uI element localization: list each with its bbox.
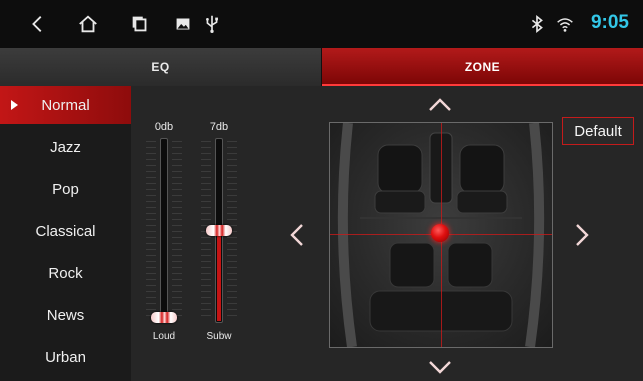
preset-normal[interactable]: Normal xyxy=(0,86,131,124)
preset-jazz[interactable]: Jazz xyxy=(0,128,131,166)
preset-news[interactable]: News xyxy=(0,296,131,334)
chevron-up-icon xyxy=(429,98,451,111)
usb-icon xyxy=(200,12,224,36)
chevron-down-icon xyxy=(429,361,451,374)
preset-label: Urban xyxy=(45,348,86,366)
preset-list: Normal Jazz Pop Classical Rock News Urba… xyxy=(0,86,131,381)
slider-knob[interactable] xyxy=(206,225,232,236)
wifi-icon xyxy=(553,12,577,36)
loud-label: Loud xyxy=(152,331,176,342)
preset-classical[interactable]: Classical xyxy=(0,212,131,250)
slider-ticks xyxy=(146,141,156,321)
zone-right-button[interactable] xyxy=(571,221,593,249)
preset-label: Pop xyxy=(52,180,79,198)
zone-panel: 0db Loud 7db Subw Default xyxy=(131,86,643,381)
image-icon xyxy=(171,12,195,36)
loud-value: 0db xyxy=(154,121,174,133)
loud-slider[interactable]: 0db Loud xyxy=(140,121,188,361)
subwoofer-label: Subw xyxy=(206,331,232,342)
preset-label: Classical xyxy=(35,222,96,240)
chevron-right-icon xyxy=(576,224,589,246)
preset-rock[interactable]: Rock xyxy=(0,254,131,292)
zone-area[interactable] xyxy=(329,122,553,348)
clock: 9:05 xyxy=(590,12,629,33)
preset-label: Normal xyxy=(41,96,90,114)
preset-label: Jazz xyxy=(50,138,81,156)
slider-track xyxy=(160,138,168,323)
preset-label: Rock xyxy=(48,264,83,282)
preset-urban[interactable]: Urban xyxy=(0,338,131,376)
chevron-left-icon xyxy=(290,224,303,246)
slider-knob[interactable] xyxy=(151,312,177,323)
slider-fill xyxy=(217,229,221,321)
status-bar: 9:05 xyxy=(0,0,643,48)
recent-apps-icon[interactable] xyxy=(128,12,152,36)
tab-bar: EQ ZONE xyxy=(0,48,643,86)
zone-position-dot[interactable] xyxy=(431,224,449,242)
tab-zone[interactable]: ZONE xyxy=(322,48,643,86)
zone-left-button[interactable] xyxy=(286,221,308,249)
zone-up-button[interactable] xyxy=(426,94,454,116)
home-icon[interactable] xyxy=(76,12,100,36)
subwoofer-value: 7db xyxy=(209,121,229,133)
preset-pop[interactable]: Pop xyxy=(0,170,131,208)
selected-arrow-icon xyxy=(11,100,18,110)
preset-label: News xyxy=(46,306,85,324)
subwoofer-slider[interactable]: 7db Subw xyxy=(195,121,243,361)
back-icon[interactable] xyxy=(26,12,50,36)
bluetooth-icon xyxy=(525,12,549,36)
slider-ticks xyxy=(172,141,182,321)
zone-down-button[interactable] xyxy=(426,356,454,378)
default-button[interactable]: Default xyxy=(562,117,634,145)
tab-eq[interactable]: EQ xyxy=(0,48,322,86)
